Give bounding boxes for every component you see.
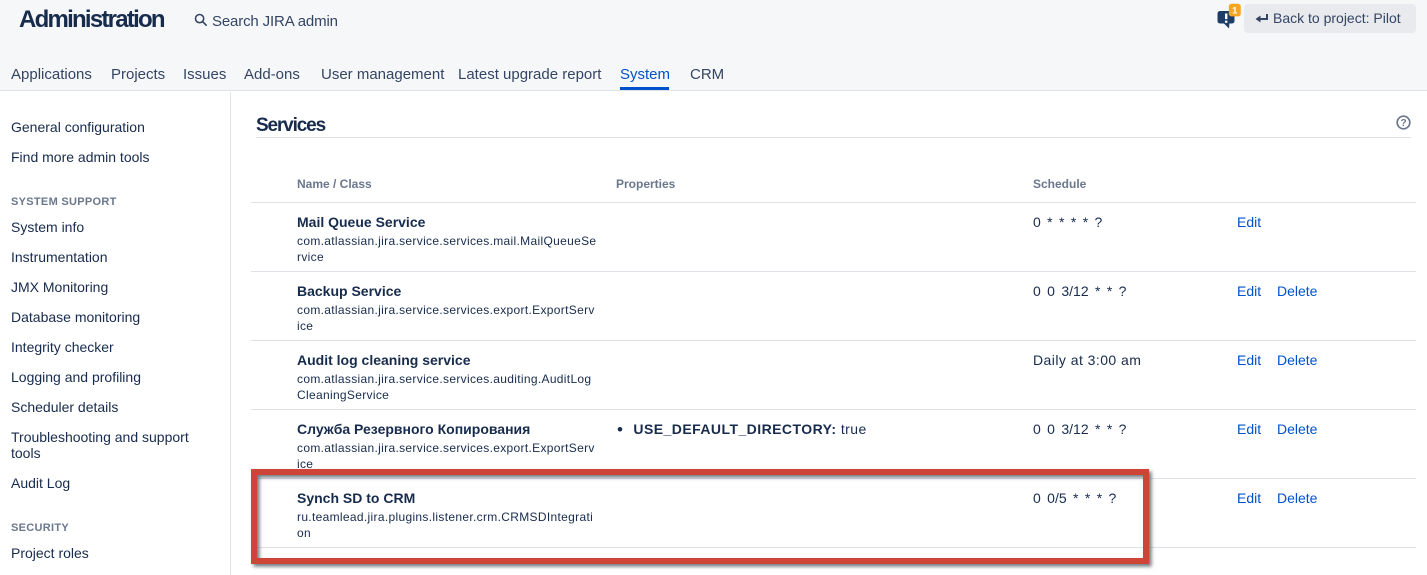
svg-text:1: 1: [1232, 5, 1238, 16]
svg-text:?: ?: [1400, 118, 1406, 129]
